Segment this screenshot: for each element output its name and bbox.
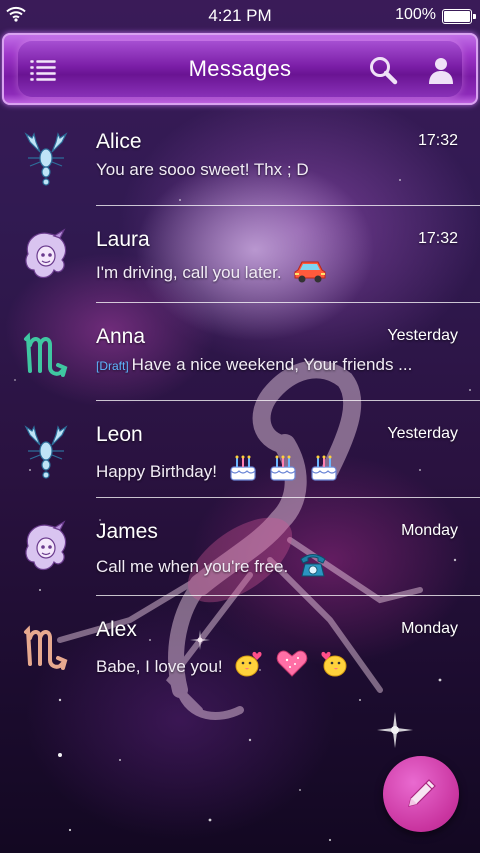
- conversation-row[interactable]: Laura 17:32 I'm driving, call you later.: [0, 206, 480, 303]
- cake-emoji: [270, 455, 297, 481]
- telephone-emoji: [300, 554, 326, 577]
- message-snippet: Happy Birthday!: [96, 453, 456, 483]
- app-bar: Messages: [2, 33, 478, 105]
- scorpio-symbol-icon: [24, 332, 68, 377]
- conversation-row[interactable]: Leon Yesterday Happy Birthday!: [0, 401, 480, 498]
- draft-label: [Draft]: [96, 359, 129, 373]
- message-time: Yesterday: [387, 424, 458, 442]
- battery-percent: 100%: [395, 6, 436, 23]
- zodiac-girl-icon: [25, 520, 67, 571]
- conversation-row[interactable]: Anna Yesterday [Draft] Have a nice weeken…: [0, 303, 480, 401]
- message-text: Happy Birthday!: [96, 461, 217, 481]
- compose-button[interactable]: [383, 756, 459, 832]
- scorpion-icon: [24, 424, 68, 479]
- pencil-compose-icon: [408, 779, 436, 807]
- message-text: I'm driving, call you later.: [96, 262, 282, 282]
- message-text: Babe, I love you!: [96, 656, 223, 676]
- contact-name: James: [96, 520, 158, 543]
- zodiac-girl-icon: [25, 227, 67, 278]
- status-bar: 4:21 PM 100%: [0, 0, 480, 32]
- battery-icon: [442, 9, 476, 24]
- message-snippet: I'm driving, call you later.: [96, 258, 456, 284]
- message-text: Call me when you're free.: [96, 557, 289, 576]
- search-icon[interactable]: [368, 55, 398, 85]
- contact-name: Alex: [96, 617, 137, 641]
- scorpion-icon: [24, 132, 68, 186]
- cake-emoji: [311, 455, 337, 481]
- message-text: Have a nice weekend, Your friends ...: [131, 355, 413, 374]
- page-title: Messages: [188, 56, 292, 81]
- contacts-person-icon[interactable]: [426, 55, 456, 85]
- contact-name: Alice: [96, 130, 142, 153]
- car-emoji: [294, 261, 326, 282]
- contact-name: Leon: [96, 422, 143, 446]
- message-snippet: You are sooo sweet! Thx ; D: [96, 160, 456, 180]
- conversation-row[interactable]: James Monday Call me when you're free.: [0, 498, 480, 596]
- message-text: You are sooo sweet! Thx ; D: [96, 160, 309, 179]
- message-time: 17:32: [417, 229, 458, 247]
- scorpio-symbol-copper-icon: [24, 624, 68, 670]
- message-time: Yesterday: [387, 327, 458, 344]
- message-time: Monday: [401, 522, 458, 539]
- message-snippet: Babe, I love you!: [96, 648, 456, 678]
- kissing-chick-emoji: [235, 651, 262, 676]
- message-time: Monday: [401, 619, 458, 637]
- conversation-row[interactable]: Alex Monday Babe, I love you!: [0, 596, 480, 694]
- contact-name: Laura: [96, 227, 150, 251]
- cake-emoji: [230, 455, 256, 481]
- heart-emoji: [276, 650, 308, 677]
- contact-name: Anna: [96, 325, 146, 348]
- conversation-row[interactable]: Alice 17:32 You are sooo sweet! Thx ; D: [0, 108, 480, 206]
- message-snippet: [Draft] Have a nice weekend, Your friends…: [96, 355, 456, 375]
- kissing-chick-emoji: [321, 651, 347, 676]
- conversation-list: Alice 17:32 You are sooo sweet! Thx ; D …: [0, 108, 480, 693]
- message-time: 17:32: [417, 132, 458, 149]
- message-snippet: Call me when you're free.: [96, 550, 456, 578]
